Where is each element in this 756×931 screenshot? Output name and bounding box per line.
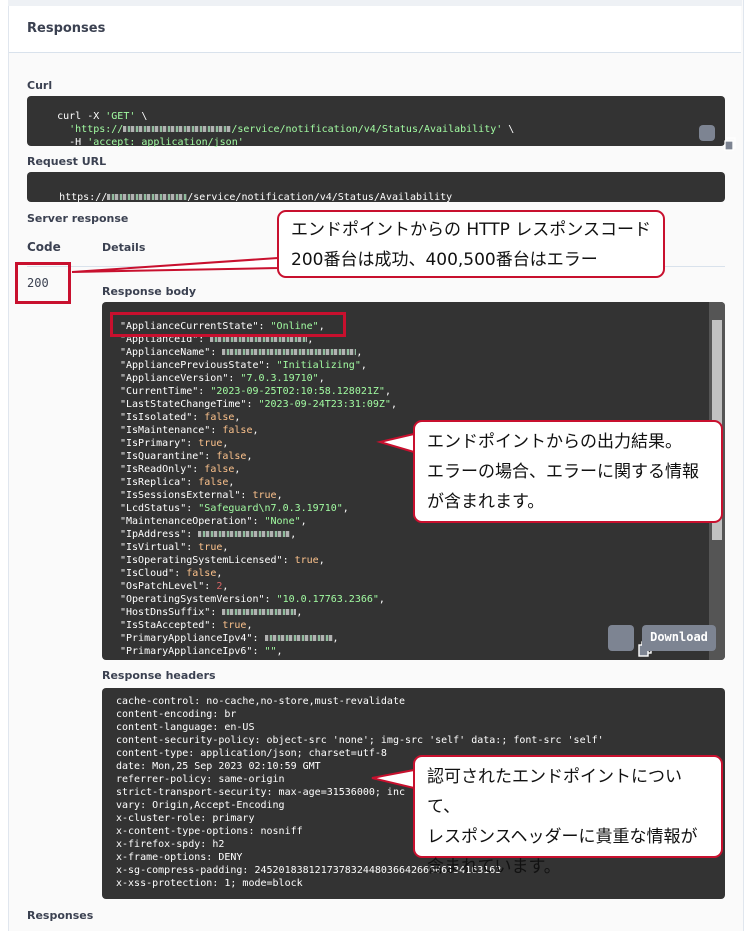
body-callout: エンドポイントからの出力結果。 エラーの場合、エラーに関する情報 が含まれます。 (413, 420, 723, 523)
code-callout: エンドポイントからの HTTP レスポンスコード 200番台は成功、400,50… (277, 210, 665, 278)
headers-callout: 認可されたエンドポイントについて、 レスポンスヘッダーに貴重な情報が 含まれてい… (413, 755, 723, 877)
